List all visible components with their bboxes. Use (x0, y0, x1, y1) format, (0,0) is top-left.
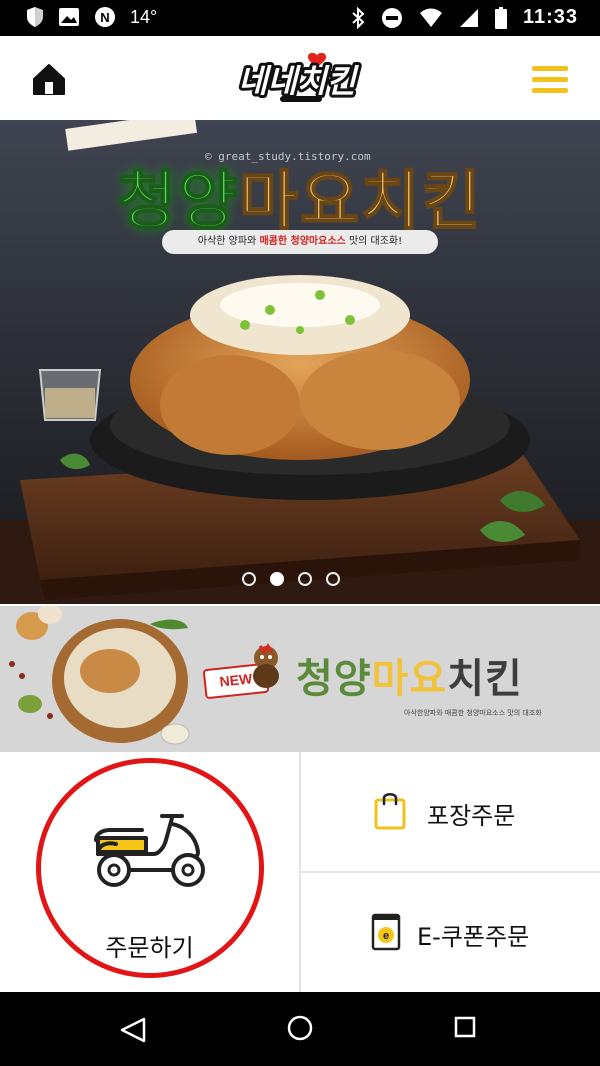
promo-banner[interactable]: 청양마요치킨 NEW 아삭한양파와 매콤한 청양마요소스 맛의 대조화 (0, 606, 600, 752)
hero-subtitle-suffix: 맛의 대조화! (348, 236, 403, 247)
hamburger-menu-icon (532, 66, 568, 93)
shield-icon (27, 7, 43, 27)
home-button[interactable] (30, 60, 68, 98)
hero-title-green: 청양 (116, 164, 240, 240)
coupon-button[interactable]: e E-쿠폰주문 (301, 873, 600, 992)
pager-dot[interactable] (326, 572, 340, 586)
brand-logo[interactable]: 네네치킨 네네치킨 (222, 52, 372, 108)
shopping-bag-icon (374, 793, 406, 830)
promo-title-gold: 마요 (371, 656, 448, 702)
bluetooth-icon (352, 6, 365, 29)
temperature: 14° (130, 6, 158, 27)
action-area: 주문하기 포장주문 e E-쿠폰주문 (0, 752, 600, 992)
hero-title: 청양마요치킨 (0, 150, 600, 242)
menu-button[interactable] (532, 66, 568, 94)
image-icon (59, 8, 79, 26)
chicken-mascot-icon (253, 643, 279, 688)
hero-subtitle-highlight: 매콤한 청양마요소스 (259, 236, 346, 247)
navigation-bar (0, 992, 600, 1066)
promo-title-green: 청양 (296, 656, 372, 702)
takeout-button[interactable]: 포장주문 (301, 752, 600, 871)
status-bar: N 14° 11:33 (0, 0, 600, 36)
home-icon (33, 64, 65, 95)
back-icon[interactable] (118, 1016, 148, 1044)
hero-subtitle-prefix: 아삭한 양파와 (197, 236, 257, 247)
hero-banner[interactable]: © great_study.tistory.com 청양마요치킨 아삭한 양파와… (0, 120, 600, 604)
hero-title-gold: 마요치킨 (238, 164, 483, 240)
order-label: 주문하기 (105, 934, 194, 962)
scooter-icon (94, 814, 205, 887)
coupon-label: E-쿠폰주문 (417, 923, 530, 951)
brand-text: 네네치킨 (238, 62, 359, 100)
order-button[interactable]: 주문하기 (0, 752, 299, 992)
hero-subtitle: 아삭한 양파와 매콤한 청양마요소스 맛의 대조화! (162, 230, 438, 254)
wifi-icon (419, 8, 442, 27)
promo-title: 청양마요치킨 (296, 646, 523, 704)
recent-apps-icon[interactable] (454, 1016, 476, 1038)
promo-subtitle: 아삭한양파와 매콤한 청양마요소스 맛의 대조화 (404, 709, 542, 717)
takeout-label: 포장주문 (427, 802, 516, 830)
carousel-pager (242, 572, 340, 586)
clock: 11:33 (522, 6, 578, 28)
coupon-icon: e (371, 913, 401, 951)
pager-dot[interactable] (298, 572, 312, 586)
pager-dot-active[interactable] (270, 572, 284, 586)
app-header: 네네치킨 네네치킨 (0, 36, 600, 120)
do-not-disturb-icon (381, 7, 402, 28)
notification-n-icon: N (95, 7, 115, 27)
promo-title-dark: 치킨 (447, 656, 523, 702)
pager-dot[interactable] (242, 572, 256, 586)
signal-icon (459, 8, 478, 27)
svg-text:e: e (383, 930, 389, 942)
nav-home-icon[interactable] (286, 1014, 314, 1042)
battery-icon (494, 6, 507, 29)
svg-text:N: N (100, 10, 109, 25)
